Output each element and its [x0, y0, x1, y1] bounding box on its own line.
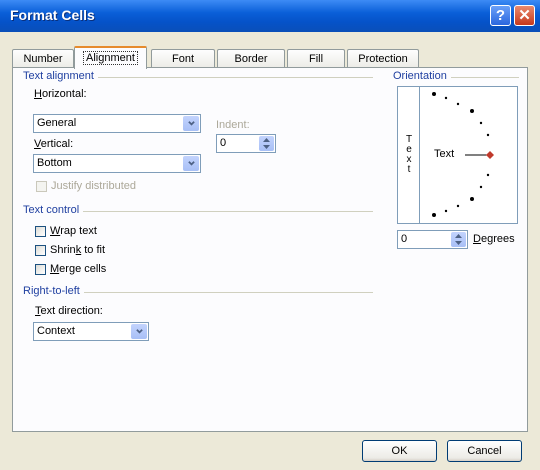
help-button[interactable]: ? [490, 5, 511, 26]
chevron-down-icon [187, 161, 195, 166]
merge-cells-rest: erge cells [59, 263, 107, 275]
horizontal-select[interactable]: General [33, 114, 201, 133]
text-control-heading: Text control [23, 204, 84, 216]
merge-cells-label: Merge cells [50, 263, 106, 275]
justify-distributed-box [36, 180, 47, 192]
alignment-panel: Text alignment Horizontal: General Inden… [12, 67, 528, 432]
indent-label: Indent: [216, 119, 250, 131]
vertical-label: Vertical: [34, 138, 73, 150]
format-cells-dialog: Format Cells ? ✕ Number Alignment Font B… [0, 0, 540, 470]
vertical-text: T e x t [405, 135, 413, 175]
justify-distributed-checkbox[interactable]: Justify distributed [36, 180, 136, 192]
text-direction-dropdown-button[interactable] [131, 324, 147, 339]
title-bar[interactable]: Format Cells ? ✕ [0, 0, 540, 32]
wrap-text-checkbox[interactable]: Wrap text [35, 225, 97, 237]
orientation-heading: Orientation [393, 70, 451, 82]
merge-cells-key: M [50, 263, 60, 275]
merge-cells-box [35, 263, 46, 275]
window-title: Format Cells [10, 7, 95, 23]
tab-alignment[interactable]: Alignment [74, 46, 147, 69]
right-to-left-heading: Right-to-left [23, 285, 84, 297]
indent-spin-button[interactable] [259, 136, 274, 151]
vertical-select-value: Bottom [37, 157, 72, 169]
text-direction-label: Text direction: [35, 305, 103, 317]
degrees-spinner[interactable]: 0 [397, 230, 468, 249]
tab-number[interactable]: Number [12, 49, 74, 68]
vertical-label-key: V [34, 138, 41, 150]
tab-alignment-label: Alignment [83, 51, 138, 65]
shrink-to-fit-box [35, 244, 46, 256]
chevron-down-icon [135, 329, 143, 334]
orientation-pointer-icon [486, 151, 494, 159]
horizontal-label-key: H [34, 88, 42, 100]
vertical-text-letter-4: t [407, 164, 411, 175]
justify-distributed-label: Justify distributed [51, 180, 136, 192]
text-direction-value: Context [37, 325, 75, 337]
wrap-text-key: W [50, 225, 61, 237]
orientation-text-label: Text [434, 148, 455, 160]
shrink-to-fit-label: Shrink to fit [50, 244, 105, 256]
tab-border[interactable]: Border [217, 49, 285, 68]
text-direction-rest: ext direction: [40, 305, 103, 317]
chevron-down-icon [187, 121, 195, 126]
tab-font[interactable]: Font [151, 49, 215, 68]
text-alignment-heading: Text alignment [23, 70, 98, 82]
shrink-to-fit-checkbox[interactable]: Shrink to fit [35, 244, 105, 256]
vertical-text-box[interactable]: T e x t [398, 87, 420, 223]
degrees-value: 0 [401, 233, 408, 245]
cancel-button[interactable]: Cancel [447, 440, 522, 462]
text-direction-select[interactable]: Context [33, 322, 149, 341]
tab-fill[interactable]: Fill [287, 49, 345, 68]
horizontal-label: Horizontal: [34, 88, 87, 100]
wrap-text-rest: rap text [60, 225, 97, 237]
indent-value: 0 [220, 137, 227, 149]
horizontal-select-value: General [37, 117, 77, 129]
indent-spinner[interactable]: 0 [216, 134, 276, 153]
spin-arrows-icon [263, 138, 270, 149]
degrees-label: Degrees [473, 233, 515, 245]
orientation-control[interactable]: T e x t Text [397, 86, 518, 224]
degrees-rest: egrees [480, 233, 515, 245]
spin-arrows-icon [455, 234, 462, 245]
horizontal-label-rest: orizontal: [41, 88, 87, 100]
horizontal-dropdown-button[interactable] [183, 116, 199, 131]
shrink-to-fit-pre: Shrin [50, 244, 76, 256]
ok-button[interactable]: OK [362, 440, 437, 462]
close-button[interactable]: ✕ [514, 5, 535, 26]
wrap-text-label: Wrap text [50, 225, 97, 237]
degrees-key: D [473, 233, 481, 245]
vertical-select[interactable]: Bottom [33, 154, 201, 173]
shrink-to-fit-rest: to fit [81, 244, 106, 256]
tab-protection[interactable]: Protection [347, 49, 419, 68]
vertical-dropdown-button[interactable] [183, 156, 199, 171]
degrees-spin-button[interactable] [451, 232, 466, 247]
merge-cells-checkbox[interactable]: Merge cells [35, 263, 106, 275]
vertical-label-rest: ertical: [40, 138, 74, 150]
wrap-text-box [35, 225, 46, 237]
